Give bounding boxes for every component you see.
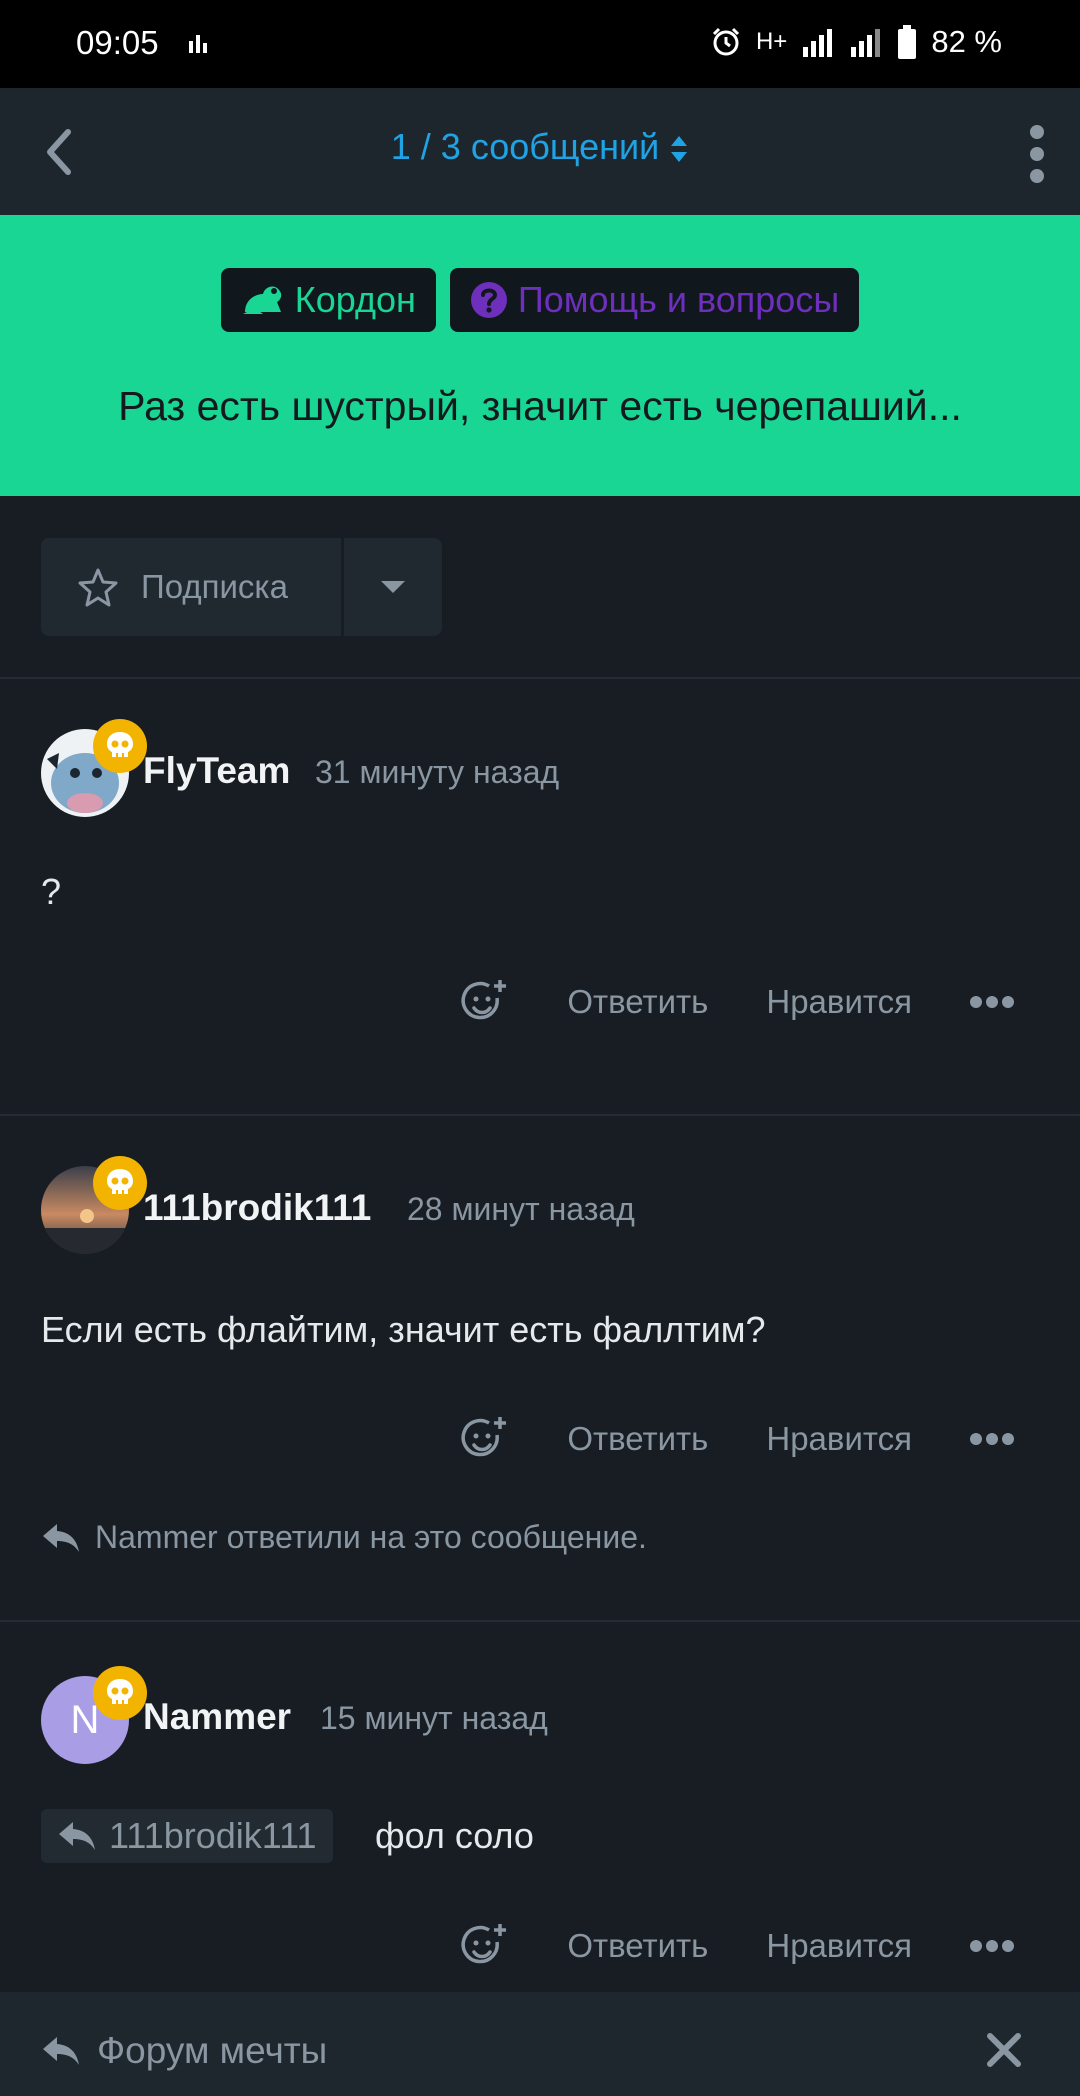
author-avatar[interactable] bbox=[41, 719, 147, 817]
post-time[interactable]: 31 минуту назад bbox=[315, 754, 559, 791]
post-body: фол соло bbox=[375, 1815, 534, 1856]
replies-note[interactable]: Nammer ответили на это сообщение. bbox=[41, 1519, 647, 1556]
reply-button[interactable]: Ответить bbox=[567, 1420, 708, 1458]
post-flyteam: FlyTeam 31 минуту назад ? Ответить Нрави… bbox=[0, 677, 1080, 1114]
signal-icon bbox=[803, 29, 833, 57]
like-button[interactable]: Нравится bbox=[766, 1927, 912, 1965]
alarm-icon bbox=[712, 27, 740, 56]
message-counter-label: 1 / 3 сообщений bbox=[390, 126, 660, 167]
subscribe-dropdown-button[interactable] bbox=[344, 538, 442, 636]
add-reaction-icon[interactable] bbox=[461, 1922, 509, 1970]
subscribe-label: Подписка bbox=[141, 568, 288, 605]
reply-button[interactable]: Ответить bbox=[567, 983, 708, 1021]
message-counter[interactable]: 1 / 3 сообщений bbox=[0, 126, 1080, 168]
question-circle-icon bbox=[470, 282, 507, 318]
signal-icon-2 bbox=[851, 29, 881, 57]
more-vertical-icon[interactable] bbox=[1022, 124, 1052, 184]
post-actions: Ответить Нравится bbox=[461, 1415, 1014, 1463]
activity-icon bbox=[189, 35, 207, 53]
quote-chip[interactable]: 111brodik111 bbox=[41, 1809, 333, 1863]
quote-author: 111brodik111 bbox=[109, 1815, 317, 1856]
star-icon bbox=[78, 568, 118, 607]
post-body: Если есть флайтим, значит есть фаллтим? bbox=[41, 1309, 766, 1350]
more-horizontal-icon[interactable] bbox=[970, 995, 1014, 1009]
post-time[interactable]: 15 минут назад bbox=[320, 1700, 548, 1737]
forum-link[interactable]: Форум мечты bbox=[41, 2030, 327, 2072]
post-111brodik111: 111brodik111 28 минут назад Если есть фл… bbox=[0, 1114, 1080, 1620]
reply-arrow-icon bbox=[43, 1523, 79, 1552]
post-time[interactable]: 28 минут назад bbox=[407, 1191, 635, 1228]
subscribe-button[interactable]: Подписка bbox=[41, 538, 341, 636]
more-horizontal-icon[interactable] bbox=[970, 1432, 1014, 1446]
skull-badge-icon bbox=[93, 719, 147, 773]
add-reaction-icon[interactable] bbox=[461, 1415, 509, 1463]
post-actions: Ответить Нравится bbox=[461, 1922, 1014, 1970]
network-type: H+ bbox=[755, 28, 788, 55]
tag-kordon[interactable]: Кордон bbox=[220, 268, 436, 332]
battery-icon bbox=[898, 25, 917, 59]
close-icon[interactable] bbox=[986, 2032, 1022, 2068]
author-name[interactable]: 111brodik111 bbox=[143, 1187, 371, 1229]
battery-level: 82 % bbox=[931, 24, 1002, 59]
author-name[interactable]: Nammer bbox=[143, 1696, 291, 1738]
tag-kordon-label: Кордон bbox=[294, 279, 416, 320]
reply-arrow-icon bbox=[43, 2037, 79, 2065]
more-horizontal-icon[interactable] bbox=[970, 1939, 1014, 1953]
author-avatar[interactable] bbox=[41, 1156, 147, 1254]
skull-badge-icon bbox=[93, 1666, 147, 1720]
author-avatar[interactable]: N bbox=[41, 1666, 147, 1764]
tag-help[interactable]: Помощь и вопросы bbox=[449, 268, 860, 332]
tag-help-label: Помощь и вопросы bbox=[517, 279, 840, 320]
forum-link-label: Форум мечты bbox=[97, 2030, 328, 2071]
thread-tags: Кордон Помощь и вопросы bbox=[0, 268, 1080, 332]
thread-header: Кордон Помощь и вопросы Раз есть шустрый… bbox=[0, 215, 1080, 496]
status-time: 09:05 bbox=[76, 24, 159, 61]
frog-icon bbox=[242, 286, 281, 314]
subscribe-control: Подписка bbox=[41, 538, 442, 636]
sort-caret-icon bbox=[671, 136, 688, 163]
bottom-bar: Форум мечты bbox=[0, 1992, 1080, 2096]
caret-down-icon bbox=[381, 581, 405, 593]
reply-arrow-icon bbox=[59, 1822, 95, 1850]
like-button[interactable]: Нравится bbox=[766, 983, 912, 1021]
reply-button[interactable]: Ответить bbox=[567, 1927, 708, 1965]
replies-note-text: Nammer ответили на это сообщение. bbox=[95, 1519, 647, 1555]
skull-badge-icon bbox=[93, 1156, 147, 1210]
status-bar: 09:05 H+ 82 % bbox=[0, 0, 1080, 88]
author-name[interactable]: FlyTeam bbox=[143, 750, 290, 792]
thread-title: Раз есть шустрый, значит есть черепаший.… bbox=[118, 383, 962, 429]
post-nammer: N Nammer 15 минут назад 111brodik111 фол… bbox=[0, 1620, 1080, 1992]
add-reaction-icon[interactable] bbox=[461, 978, 509, 1026]
top-nav: 1 / 3 сообщений bbox=[0, 88, 1080, 215]
post-body: ? bbox=[41, 871, 62, 912]
like-button[interactable]: Нравится bbox=[766, 1420, 912, 1458]
post-actions: Ответить Нравится bbox=[461, 978, 1014, 1026]
